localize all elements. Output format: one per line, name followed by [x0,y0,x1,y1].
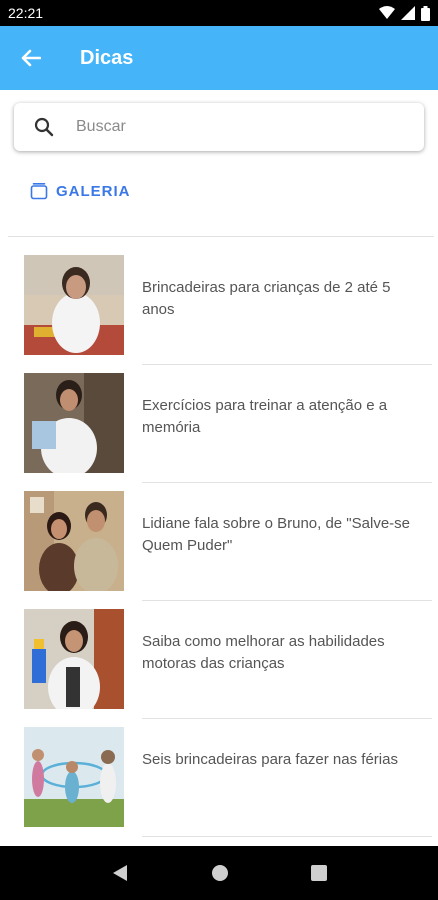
list-item[interactable]: Exercícios para treinar a atenção e a me… [0,365,438,483]
thumbnail-image [24,255,124,355]
list-item[interactable]: Brincadeiras para crianças de 2 até 5 an… [0,247,438,365]
thumbnail-image [24,727,124,827]
signal-icon [401,6,415,20]
status-icons [379,5,430,21]
list-item[interactable]: Lidiane fala sobre o Bruno, de "Salve-se… [0,483,438,601]
gallery-button[interactable]: GALERIA [30,182,131,200]
status-time: 22:21 [8,5,44,21]
nav-back-icon[interactable] [111,864,129,882]
search-icon [14,117,74,137]
status-bar: 22:21 [0,0,438,26]
list-item[interactable]: Saiba como melhorar as habilidades motor… [0,601,438,719]
back-button[interactable] [0,26,62,90]
list-item[interactable]: Seis brincadeiras para fazer nas férias [0,719,438,837]
search-box[interactable] [14,103,424,151]
thumbnail-image [24,609,124,709]
search-input[interactable] [76,118,396,136]
thumbnail-image [24,373,124,473]
list-item-title: Saiba como melhorar as habilidades motor… [142,633,385,672]
list-item-title: Lidiane fala sobre o Bruno, de "Salve-se… [142,515,410,554]
gallery-icon [30,183,48,200]
back-arrow-icon [21,49,41,67]
tips-list: Brincadeiras para crianças de 2 até 5 an… [0,247,438,837]
nav-home-icon[interactable] [211,864,229,882]
battery-icon [421,5,430,21]
list-item-title: Exercícios para treinar a atenção e a me… [142,397,388,436]
list-item-title: Brincadeiras para crianças de 2 até 5 an… [142,279,391,318]
divider [8,236,434,237]
divider [142,836,432,837]
app-bar: Dicas [0,26,438,90]
gallery-label: GALERIA [56,182,131,200]
list-item-title: Seis brincadeiras para fazer nas férias [142,751,398,768]
wifi-icon [379,6,395,19]
system-nav-bar [0,846,438,900]
nav-recents-icon[interactable] [311,865,327,881]
page-title: Dicas [80,46,134,69]
thumbnail-image [24,491,124,591]
